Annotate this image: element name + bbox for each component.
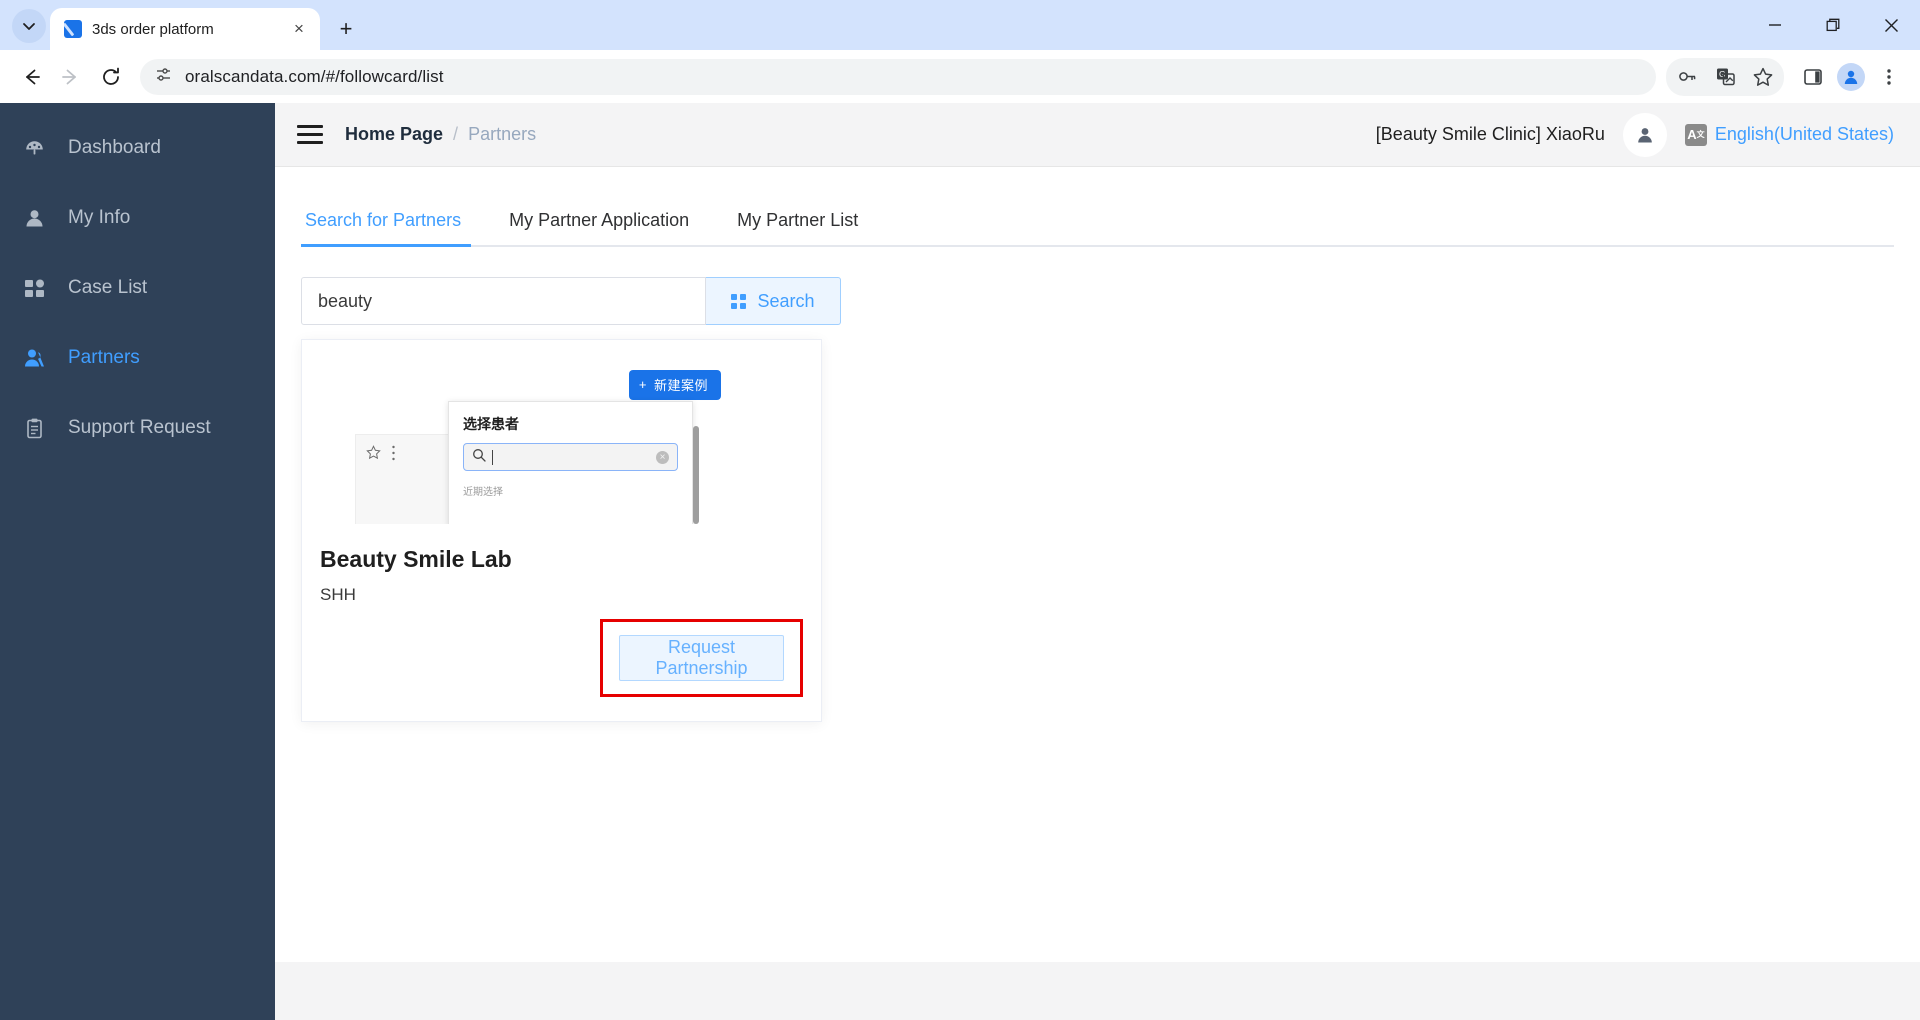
tab-label: My Partner List bbox=[737, 209, 859, 230]
sidebar-item-label: Dashboard bbox=[68, 137, 161, 158]
close-tab-icon[interactable]: × bbox=[288, 18, 310, 40]
toolbar-right-icons: G bbox=[1666, 57, 1908, 96]
sidebar-item-dashboard[interactable]: Dashboard bbox=[0, 113, 275, 183]
window-minimize-button[interactable] bbox=[1746, 0, 1804, 50]
tab-my-partner-application[interactable]: My Partner Application bbox=[485, 195, 713, 245]
back-arrow-icon[interactable] bbox=[12, 58, 50, 96]
app-header: Home Page / Partners [Beauty Smile Clini… bbox=[275, 103, 1920, 167]
thumbnail-left-card bbox=[355, 434, 455, 524]
partner-card-subtitle: SHH bbox=[320, 585, 356, 604]
highlight-annotation-box: Request Partnership bbox=[600, 619, 803, 697]
user-name-label: [Beauty Smile Clinic] XiaoRu bbox=[1375, 124, 1605, 144]
language-selector[interactable]: A文 English(United States) bbox=[1684, 123, 1894, 146]
tab-my-partner-list[interactable]: My Partner List bbox=[713, 195, 882, 245]
browser-tab[interactable]: 3ds order platform × bbox=[50, 8, 320, 50]
reload-icon[interactable] bbox=[92, 58, 130, 96]
language-label: English(United States) bbox=[1714, 124, 1894, 144]
sidebar-item-partners[interactable]: Partners bbox=[0, 323, 275, 393]
breadcrumb-separator: / bbox=[453, 124, 459, 144]
page-footer bbox=[275, 962, 1920, 1020]
partner-card-actions: Request Partnership bbox=[320, 619, 803, 697]
star-outline-icon bbox=[366, 445, 381, 465]
address-bar-url: oralscandata.com/#/followcard/list bbox=[185, 66, 444, 86]
browser-tabstrip: 3ds order platform × + bbox=[0, 0, 1920, 50]
sidebar-item-my-info[interactable]: My Info bbox=[0, 183, 275, 253]
browser-window: 3ds order platform × + oralscandata.com/… bbox=[0, 0, 1920, 1020]
sidebar-item-label: Support Request bbox=[68, 417, 211, 438]
clear-circle-icon: × bbox=[656, 450, 669, 464]
sidebar-item-support-request[interactable]: Support Request bbox=[0, 393, 275, 463]
user-avatar-icon[interactable] bbox=[1622, 112, 1667, 157]
translate-badge-icon: A文 bbox=[1684, 123, 1707, 146]
content-area: Home Page / Partners [Beauty Smile Clini… bbox=[275, 103, 1920, 1020]
text-caret bbox=[492, 449, 493, 465]
breadcrumb-current: Partners bbox=[468, 124, 537, 144]
grid-search-icon bbox=[731, 293, 747, 309]
window-controls bbox=[1746, 0, 1920, 50]
thumbnail-panel-search-field: × bbox=[463, 443, 678, 471]
profile-avatar-icon[interactable] bbox=[1832, 58, 1870, 96]
tab-label: My Partner Application bbox=[509, 209, 690, 230]
search-icon bbox=[472, 448, 486, 467]
clipboard-icon bbox=[22, 416, 46, 440]
thumbnail-panel-title: 选择患者 bbox=[463, 416, 519, 432]
header-right: [Beauty Smile Clinic] XiaoRu A文 English(… bbox=[1375, 112, 1894, 157]
grid-blocks-icon bbox=[22, 276, 46, 300]
request-partnership-button[interactable]: Request Partnership bbox=[619, 635, 784, 681]
plus-icon: + bbox=[638, 377, 647, 392]
tab-search-for-partners[interactable]: Search for Partners bbox=[301, 195, 485, 247]
breadcrumb: Home Page / Partners bbox=[345, 124, 536, 145]
thumbnail-new-case-button: + 新建案例 bbox=[628, 370, 721, 400]
request-partnership-label: Request Partnership bbox=[655, 637, 748, 678]
password-key-icon[interactable] bbox=[1668, 58, 1706, 96]
partner-thumbnail: + 新建案例 选择患者 × 近期选择 bbox=[320, 356, 803, 524]
thumbnail-new-case-label: 新建案例 bbox=[653, 378, 708, 393]
search-button-label: Search bbox=[757, 290, 815, 311]
sidebar-item-case-list[interactable]: Case List bbox=[0, 253, 275, 323]
user-icon bbox=[22, 206, 46, 230]
more-vertical-icon bbox=[391, 445, 396, 466]
partner-card-title: Beauty Smile Lab bbox=[320, 546, 512, 572]
dashboard-gauge-icon bbox=[22, 136, 46, 160]
search-row: Search bbox=[301, 277, 1894, 325]
bookmark-star-icon[interactable] bbox=[1744, 58, 1782, 96]
thumbnail-select-patient-panel: 选择患者 × 近期选择 bbox=[448, 401, 693, 524]
browser-toolbar: oralscandata.com/#/followcard/list G bbox=[0, 50, 1920, 103]
window-close-button[interactable] bbox=[1862, 0, 1920, 50]
tab-search-chevron-down-icon[interactable] bbox=[12, 9, 46, 43]
sidebar-item-label: Partners bbox=[68, 347, 140, 368]
new-tab-button[interactable]: + bbox=[330, 13, 362, 45]
window-maximize-button[interactable] bbox=[1804, 0, 1862, 50]
tab-label: Search for Partners bbox=[305, 209, 462, 230]
address-bar[interactable]: oralscandata.com/#/followcard/list bbox=[140, 58, 1656, 95]
sidebar-item-label: Case List bbox=[68, 277, 148, 298]
translate-icon[interactable]: G bbox=[1706, 58, 1744, 96]
browser-tab-title: 3ds order platform bbox=[92, 20, 214, 38]
page-favicon-icon bbox=[64, 20, 82, 38]
search-input[interactable] bbox=[301, 277, 706, 325]
page-body: Dashboard My Info Case List Partners Sup… bbox=[0, 103, 1920, 1020]
sidebar-item-label: My Info bbox=[68, 207, 131, 228]
partner-tabs: Search for Partners My Partner Applicati… bbox=[301, 195, 1894, 247]
side-panel-icon[interactable] bbox=[1794, 58, 1832, 96]
chrome-menu-icon[interactable] bbox=[1870, 58, 1908, 96]
partner-card[interactable]: + 新建案例 选择患者 × 近期选择 Beauty Smile Lab SHH … bbox=[301, 339, 822, 722]
breadcrumb-home[interactable]: Home Page bbox=[345, 124, 443, 145]
sidebar: Dashboard My Info Case List Partners Sup… bbox=[0, 103, 275, 1020]
toolbar-icon-group: G bbox=[1666, 57, 1784, 96]
main-panel: Search for Partners My Partner Applicati… bbox=[275, 167, 1920, 962]
users-group-icon bbox=[22, 346, 46, 370]
hamburger-menu-icon[interactable] bbox=[297, 120, 323, 149]
search-button[interactable]: Search bbox=[706, 277, 841, 325]
forward-arrow-icon[interactable] bbox=[52, 58, 90, 96]
site-settings-icon[interactable] bbox=[154, 65, 173, 89]
thumbnail-scrollbar bbox=[693, 426, 699, 524]
thumbnail-panel-recent-label: 近期选择 bbox=[463, 487, 503, 498]
